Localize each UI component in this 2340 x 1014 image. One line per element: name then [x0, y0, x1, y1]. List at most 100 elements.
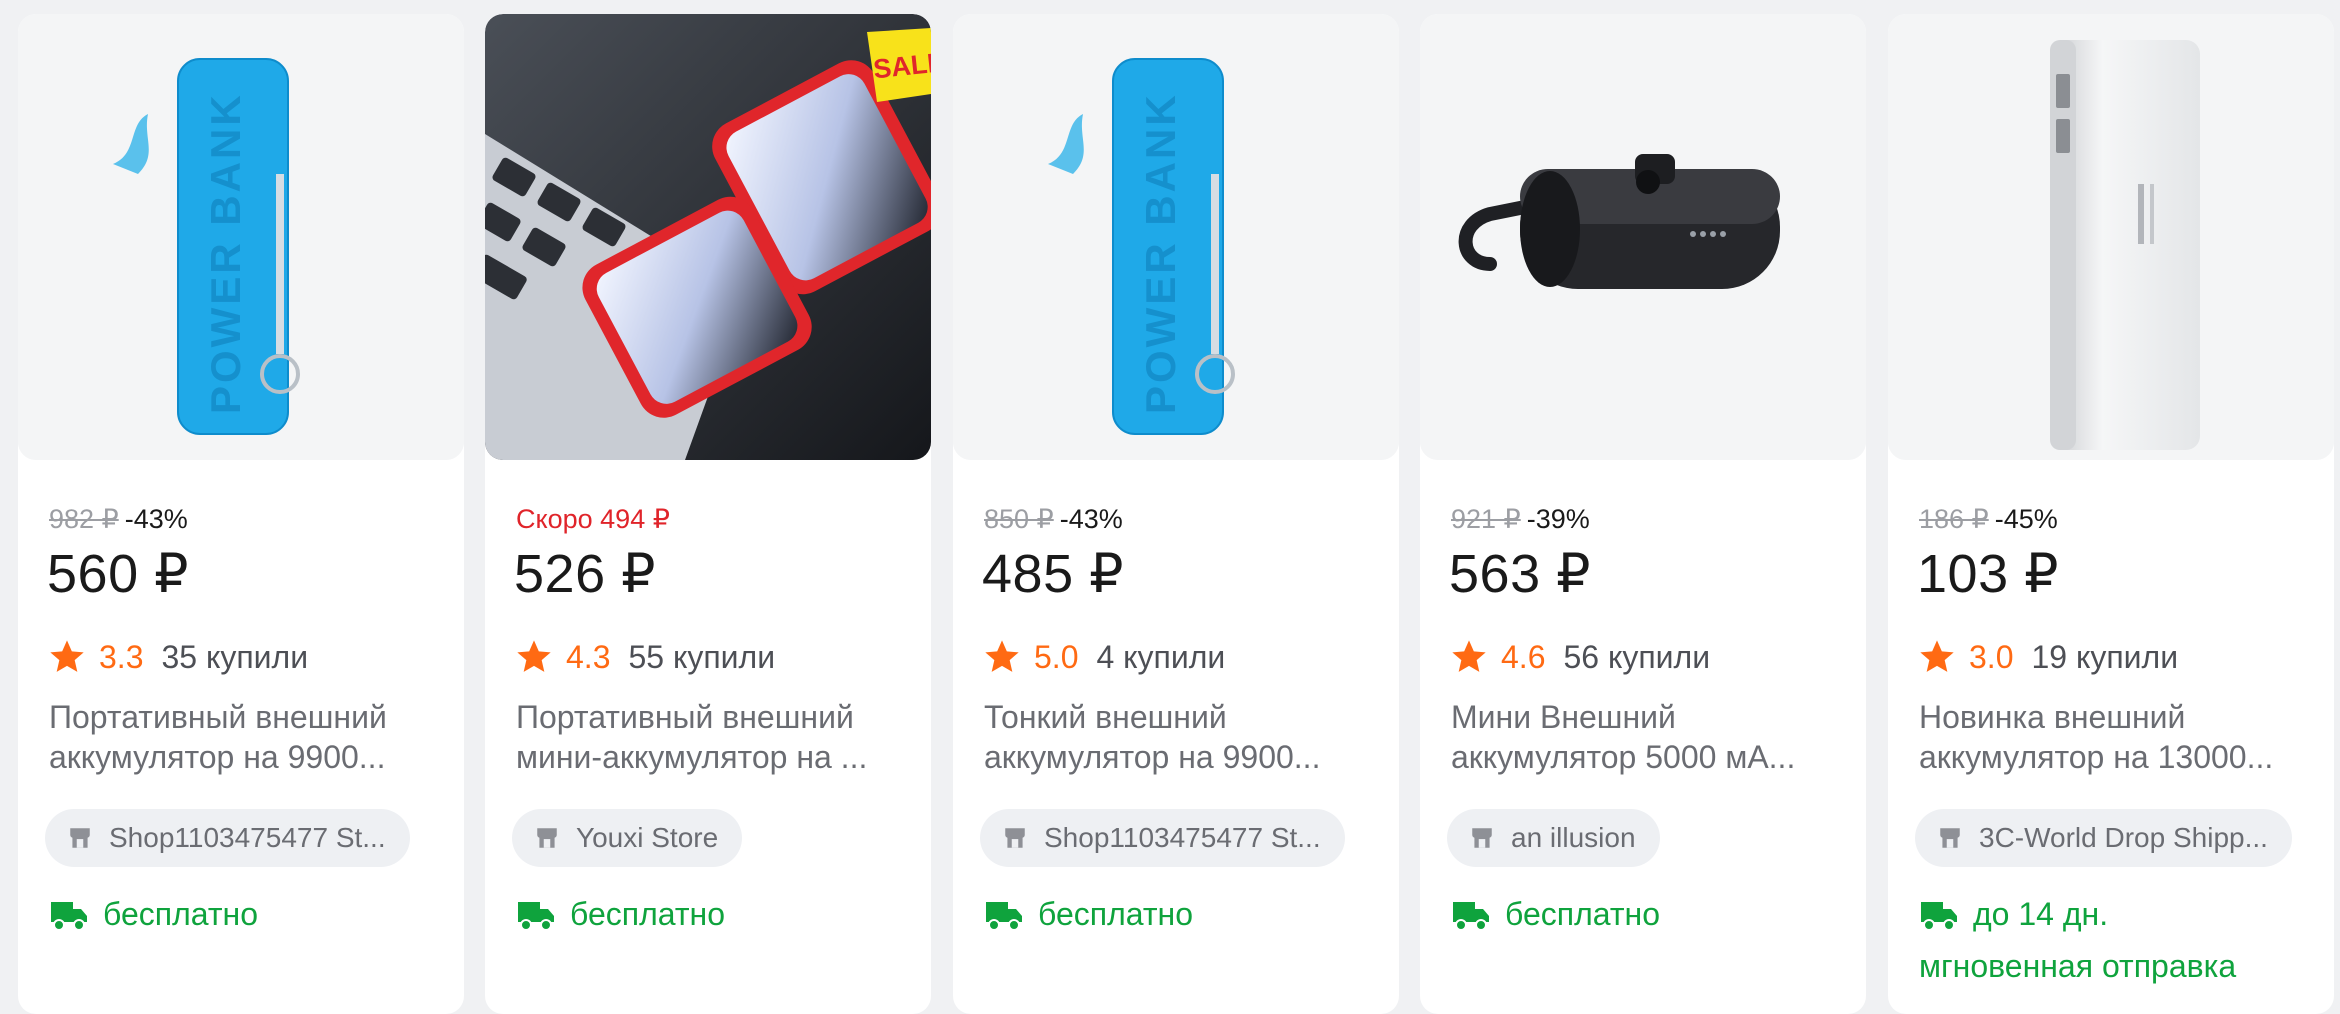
- star-icon: [50, 640, 84, 672]
- delivery-info: бесплатно: [49, 896, 258, 933]
- current-price: 485 ₽: [982, 544, 1124, 604]
- product-card[interactable]: 921 ₽ -39% 563 ₽ 4.6 56 купили Мини Внешн…: [1420, 14, 1866, 1014]
- rating-row: 4.6 56 купили: [1449, 632, 1710, 682]
- store-chip[interactable]: an illusion: [1447, 809, 1660, 867]
- delivery-info: бесплатно: [516, 896, 725, 933]
- store-icon: [1472, 828, 1492, 848]
- delivery-text: бесплатно: [1038, 896, 1193, 932]
- rating-row: 3.0 19 купили: [1917, 632, 2178, 682]
- discount-badge: -43%: [1059, 504, 1123, 534]
- rating-value: 4.3: [566, 638, 611, 675]
- purchase-count: 55 купили: [628, 638, 776, 675]
- product-image[interactable]: SALE: [485, 14, 931, 460]
- title-line: мини-аккумулятор на ...: [516, 739, 868, 775]
- product-title[interactable]: Портативный внешний аккумулятор на 9900.…: [49, 697, 439, 777]
- store-chip[interactable]: Shop1103475477 St...: [980, 809, 1345, 867]
- store-icon: [537, 828, 557, 848]
- product-grid: POWER BANK 982 ₽ -43% 560 ₽ 3.3 35 купили…: [0, 0, 2340, 1014]
- rating-value: 3.3: [99, 638, 144, 675]
- blue-power-bank-image: POWER BANK: [953, 14, 1399, 460]
- power-bank-label: POWER BANK: [202, 92, 249, 414]
- price-history: 186 ₽ -45%: [1919, 502, 2058, 536]
- red-mini-power-bank-image: SALE: [485, 14, 931, 460]
- rating-value: 5.0: [1034, 638, 1079, 675]
- store-icon: [70, 828, 90, 848]
- delivery-text: бесплатно: [103, 896, 258, 932]
- price-history: 850 ₽ -43%: [984, 502, 1123, 536]
- product-card[interactable]: SALE Скоро 494 ₽ 526 ₽ 4.3 55 купили Пор…: [485, 14, 931, 1014]
- product-title[interactable]: Тонкий внешний аккумулятор на 9900...: [984, 697, 1374, 777]
- title-line: Новинка внешний: [1919, 699, 2186, 735]
- star-icon: [517, 640, 551, 672]
- delivery-text: до 14 дн.: [1973, 896, 2109, 932]
- old-price: 982 ₽: [49, 504, 119, 534]
- store-chip[interactable]: 3C-World Drop Shipp...: [1915, 809, 2292, 867]
- title-line: Портативный внешний: [516, 699, 854, 735]
- price-history: 982 ₽ -43%: [49, 502, 188, 536]
- title-line: аккумулятор на 13000...: [1919, 739, 2274, 775]
- rating-row: 3.3 35 купили: [47, 632, 308, 682]
- star-icon: [1452, 640, 1486, 672]
- discount-badge: -43%: [124, 504, 188, 534]
- product-image[interactable]: POWER BANK: [18, 14, 464, 460]
- store-name: 3C-World Drop Shipp...: [1979, 822, 2268, 853]
- power-bank-label: POWER BANK: [1137, 92, 1184, 414]
- store-icon: [1005, 828, 1025, 848]
- purchase-count: 4 купили: [1096, 638, 1226, 675]
- product-image[interactable]: [1420, 14, 1866, 460]
- rating-row: 5.0 4 купили: [982, 632, 1225, 682]
- product-title[interactable]: Новинка внешний аккумулятор на 13000...: [1919, 697, 2309, 777]
- product-image[interactable]: [1888, 14, 2334, 460]
- blue-power-bank-image: POWER BANK: [18, 14, 464, 460]
- title-line: Портативный внешний: [49, 699, 387, 735]
- product-image[interactable]: POWER BANK: [953, 14, 1399, 460]
- store-chip[interactable]: Youxi Store: [512, 809, 743, 867]
- product-card[interactable]: POWER BANK 982 ₽ -43% 560 ₽ 3.3 35 купили…: [18, 14, 464, 1014]
- title-line: аккумулятор на 9900...: [984, 739, 1321, 775]
- title-line: аккумулятор 5000 мА...: [1451, 739, 1796, 775]
- delivery-info: до 14 дн.: [1919, 896, 2108, 933]
- purchase-count: 35 купили: [161, 638, 309, 675]
- instant-shipping-note: мгновенная отправка: [1919, 948, 2237, 984]
- title-line: Тонкий внешний: [984, 699, 1227, 735]
- star-icon: [1920, 640, 1954, 672]
- price-history: Скоро 494 ₽: [516, 502, 670, 536]
- old-price: 921 ₽: [1451, 504, 1521, 534]
- product-title[interactable]: Портативный внешний мини-аккумулятор на …: [516, 697, 906, 777]
- store-name: Shop1103475477 St...: [1044, 822, 1321, 853]
- product-card[interactable]: 186 ₽ -45% 103 ₽ 3.0 19 купили Новинка вн…: [1888, 14, 2334, 1014]
- discount-badge: -45%: [1994, 504, 2058, 534]
- white-power-bank-image: [1888, 14, 2334, 460]
- current-price: 526 ₽: [514, 544, 656, 604]
- title-line: аккумулятор на 9900...: [49, 739, 386, 775]
- old-price: 850 ₽: [984, 504, 1054, 534]
- star-icon: [985, 640, 1019, 672]
- upcoming-price: Скоро 494 ₽: [516, 504, 670, 534]
- rating-value: 4.6: [1501, 638, 1546, 675]
- truck-icon: [518, 901, 554, 931]
- purchase-count: 56 купили: [1563, 638, 1711, 675]
- product-card[interactable]: POWER BANK 850 ₽ -43% 485 ₽ 5.0 4 купили …: [953, 14, 1399, 1014]
- store-name: an illusion: [1511, 822, 1636, 853]
- store-name: Youxi Store: [576, 822, 719, 853]
- current-price: 560 ₽: [47, 544, 189, 604]
- discount-badge: -39%: [1526, 504, 1590, 534]
- current-price: 563 ₽: [1449, 544, 1591, 604]
- black-capsule-power-bank-image: [1420, 14, 1866, 460]
- truck-icon: [986, 901, 1022, 931]
- store-chip[interactable]: Shop1103475477 St...: [45, 809, 410, 867]
- store-name: Shop1103475477 St...: [109, 822, 386, 853]
- title-line: Мини Внешний: [1451, 699, 1676, 735]
- current-price: 103 ₽: [1917, 544, 2059, 604]
- truck-icon: [51, 901, 87, 931]
- old-price: 186 ₽: [1919, 504, 1989, 534]
- delivery-text: бесплатно: [570, 896, 725, 932]
- truck-icon: [1921, 901, 1957, 931]
- product-title[interactable]: Мини Внешний аккумулятор 5000 мА...: [1451, 697, 1841, 777]
- purchase-count: 19 купили: [2031, 638, 2179, 675]
- delivery-text: бесплатно: [1505, 896, 1660, 932]
- price-history: 921 ₽ -39%: [1451, 502, 1590, 536]
- delivery-info: бесплатно: [1451, 896, 1660, 933]
- store-icon: [1940, 828, 1960, 848]
- delivery-info: бесплатно: [984, 896, 1193, 933]
